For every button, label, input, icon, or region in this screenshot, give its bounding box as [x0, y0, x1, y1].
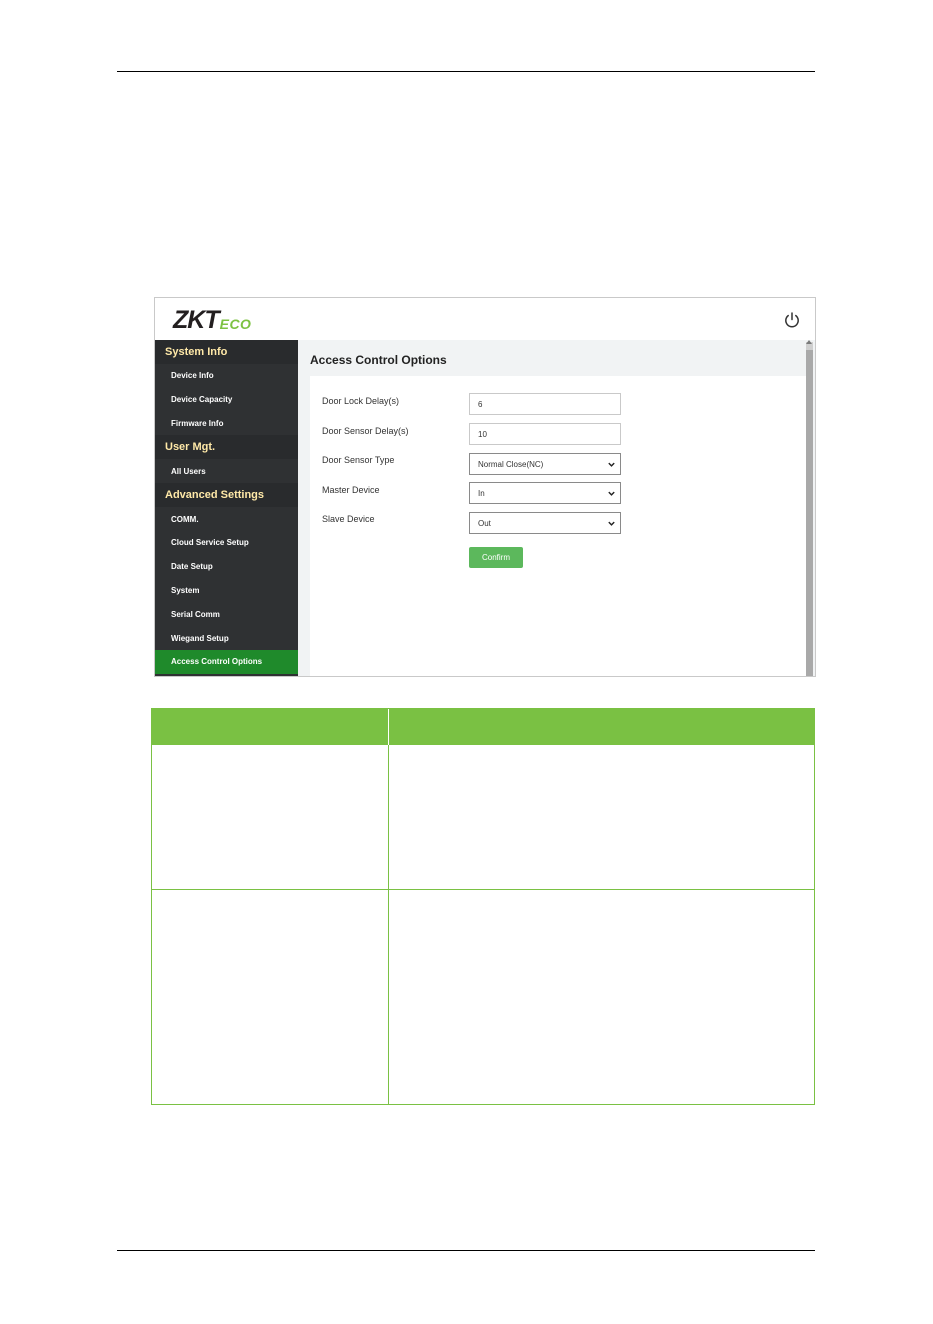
- sidebar-section-system-info[interactable]: System Info: [155, 340, 298, 364]
- master-device-label: Master Device: [322, 485, 380, 495]
- table-column-divider: [388, 709, 389, 1104]
- sidebar-item-system[interactable]: System: [155, 579, 298, 603]
- sidebar-item-wiegand-setup[interactable]: Wiegand Setup: [155, 626, 298, 650]
- page-title: Access Control Options: [310, 353, 447, 367]
- sidebar-item-date-setup[interactable]: Date Setup: [155, 555, 298, 579]
- scroll-up-arrow-icon[interactable]: [806, 340, 812, 344]
- sidebar-item-cloud-service-setup[interactable]: Cloud Service Setup: [155, 531, 298, 555]
- sidebar-item-serial-comm[interactable]: Serial Comm: [155, 602, 298, 626]
- sidebar: System Info Device Info Device Capacity …: [155, 340, 298, 676]
- settings-panel: Door Lock Delay(s) 6 Door Sensor Delay(s…: [310, 376, 806, 676]
- confirm-button[interactable]: Confirm: [469, 547, 523, 568]
- sidebar-item-device-capacity[interactable]: Device Capacity: [155, 388, 298, 412]
- zkteco-logo: ZKT ECO: [173, 306, 251, 334]
- page-bottom-rule: [117, 1250, 815, 1251]
- door-lock-delay-input[interactable]: 6: [469, 393, 621, 415]
- door-lock-delay-label: Door Lock Delay(s): [322, 396, 400, 406]
- content-scrollbar[interactable]: [806, 342, 813, 676]
- door-sensor-type-select[interactable]: Normal Close(NC): [469, 453, 621, 475]
- web-app-screenshot: ZKT ECO System Info Device Info Device C…: [154, 297, 816, 677]
- door-sensor-delay-input[interactable]: 10: [469, 423, 621, 445]
- sidebar-item-comm[interactable]: COMM.: [155, 507, 298, 531]
- master-device-select[interactable]: In: [469, 482, 621, 504]
- chevron-down-icon: [608, 521, 615, 526]
- table-header-divider: [388, 709, 389, 745]
- sidebar-item-device-info[interactable]: Device Info: [155, 364, 298, 388]
- chevron-down-icon: [608, 491, 615, 496]
- sidebar-section-advanced-settings[interactable]: Advanced Settings: [155, 483, 298, 508]
- description-table: [151, 708, 815, 1105]
- table-header-row: [152, 709, 814, 745]
- logo-sub-text: ECO: [219, 316, 252, 332]
- main-content: Access Control Options Door Lock Delay(s…: [298, 340, 815, 676]
- slave-device-select[interactable]: Out: [469, 512, 621, 534]
- table-row-divider: [152, 889, 814, 890]
- master-device-value: In: [478, 488, 485, 498]
- chevron-down-icon: [608, 462, 615, 467]
- power-icon[interactable]: [783, 311, 801, 329]
- logo-main-text: ZKT: [173, 306, 220, 334]
- sidebar-item-access-control-options[interactable]: Access Control Options: [155, 649, 298, 674]
- scrollbar-thumb[interactable]: [806, 350, 813, 676]
- sidebar-item-all-users[interactable]: All Users: [155, 459, 298, 483]
- sidebar-item-firmware-info[interactable]: Firmware Info: [155, 412, 298, 436]
- slave-device-label: Slave Device: [322, 514, 375, 524]
- sidebar-section-user-mgt[interactable]: User Mgt.: [155, 435, 298, 460]
- slave-device-value: Out: [478, 518, 491, 528]
- page-top-rule: [117, 71, 815, 72]
- door-sensor-type-value: Normal Close(NC): [478, 459, 544, 469]
- door-sensor-delay-label: Door Sensor Delay(s): [322, 426, 409, 436]
- door-sensor-type-label: Door Sensor Type: [322, 455, 395, 465]
- app-header: ZKT ECO: [155, 298, 815, 340]
